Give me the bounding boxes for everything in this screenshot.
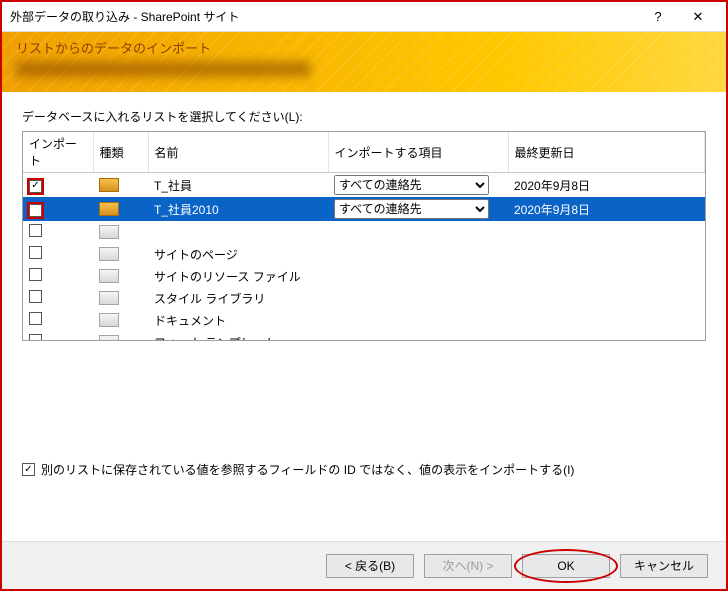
wizard-banner: リストからのデータのインポート ████████████████████████…	[2, 32, 726, 92]
row-date	[508, 309, 705, 331]
close-button[interactable]: ✕	[678, 2, 718, 32]
row-date: 2020年9月8日	[508, 197, 705, 221]
col-import[interactable]: インポート	[23, 132, 93, 173]
row-name: T_社員2010	[148, 197, 328, 221]
import-checkbox[interactable]: ✓	[29, 180, 42, 193]
select-lists-label: データベースに入れるリストを選択してください(L):	[22, 108, 706, 125]
window-title: 外部データの取り込み - SharePoint サイト	[10, 8, 638, 25]
title-bar: 外部データの取り込み - SharePoint サイト ? ✕	[2, 2, 726, 32]
import-checkbox[interactable]	[29, 224, 42, 237]
row-name: フォーム テンプレート	[148, 331, 328, 341]
contact-list-icon	[99, 202, 119, 216]
list-icon	[99, 225, 119, 239]
contact-list-icon	[99, 178, 119, 192]
list-icon	[99, 335, 119, 341]
list-icon	[99, 291, 119, 305]
import-items-select[interactable]: すべての連絡先	[334, 175, 489, 195]
banner-title: リストからのデータのインポート	[16, 38, 712, 57]
row-date	[508, 265, 705, 287]
table-row[interactable]: ドキュメント	[23, 309, 705, 331]
import-items-select[interactable]: すべての連絡先	[334, 199, 489, 219]
table-row[interactable]: ✓ T_社員2010 すべての連絡先 2020年9月8日	[23, 197, 705, 221]
import-checkbox[interactable]	[29, 290, 42, 303]
import-checkbox[interactable]: ✓	[29, 204, 42, 217]
dialog-body: データベースに入れるリストを選択してください(L): インポート 種類 名前 イ…	[2, 92, 726, 541]
table-row[interactable]: サイトのリソース ファイル	[23, 265, 705, 287]
col-name[interactable]: 名前	[148, 132, 328, 173]
ref-values-label: 別のリストに保存されている値を参照するフィールドの ID ではなく、値の表示をイ…	[41, 461, 574, 478]
cancel-button[interactable]: キャンセル	[620, 554, 708, 578]
row-name: ドキュメント	[148, 309, 328, 331]
col-type[interactable]: 種類	[93, 132, 148, 173]
col-date[interactable]: 最終更新日	[508, 132, 705, 173]
table-row[interactable]: フォーム テンプレート	[23, 331, 705, 341]
next-button: 次へ(N) >	[424, 554, 512, 578]
list-icon	[99, 247, 119, 261]
row-date	[508, 243, 705, 265]
list-icon	[99, 269, 119, 283]
table-row[interactable]	[23, 221, 705, 243]
banner-subtitle: ████████████████████████████████	[16, 61, 712, 76]
back-button[interactable]: < 戻る(B)	[326, 554, 414, 578]
table-row[interactable]: サイトのページ	[23, 243, 705, 265]
import-checkbox[interactable]	[29, 334, 42, 341]
row-name: T_社員	[148, 173, 328, 198]
import-checkbox[interactable]	[29, 268, 42, 281]
ok-button[interactable]: OK	[522, 554, 610, 578]
list-icon	[99, 313, 119, 327]
row-name	[148, 221, 328, 243]
row-date	[508, 287, 705, 309]
import-checkbox[interactable]	[29, 246, 42, 259]
import-checkbox[interactable]	[29, 312, 42, 325]
row-name: サイトのリソース ファイル	[148, 265, 328, 287]
lists-grid[interactable]: インポート 種類 名前 インポートする項目 最終更新日 ✓ T_社員すべての連絡先…	[22, 131, 706, 341]
row-date	[508, 331, 705, 341]
dialog-footer: < 戻る(B) 次へ(N) > OK キャンセル	[2, 541, 726, 589]
help-button[interactable]: ?	[638, 2, 678, 32]
col-items[interactable]: インポートする項目	[328, 132, 508, 173]
table-row[interactable]: ✓ T_社員すべての連絡先 2020年9月8日	[23, 173, 705, 198]
row-date: 2020年9月8日	[508, 173, 705, 198]
ref-values-row[interactable]: ✓ 別のリストに保存されている値を参照するフィールドの ID ではなく、値の表示…	[22, 461, 706, 478]
row-name: サイトのページ	[148, 243, 328, 265]
table-row[interactable]: スタイル ライブラリ	[23, 287, 705, 309]
row-name: スタイル ライブラリ	[148, 287, 328, 309]
row-date	[508, 221, 705, 243]
ref-checkbox[interactable]: ✓	[22, 463, 35, 476]
